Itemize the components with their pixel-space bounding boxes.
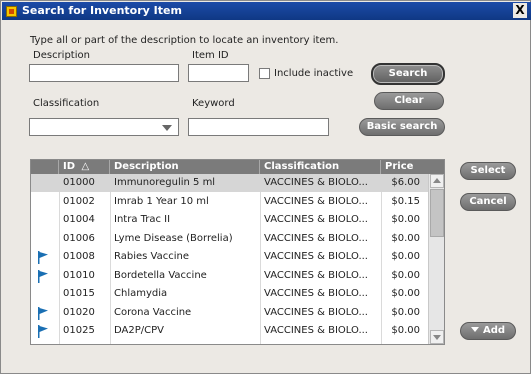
window-title: Search for Inventory Item <box>22 4 182 17</box>
sort-indicator-icon: △ <box>81 161 90 172</box>
column-header-price[interactable]: Price <box>381 160 429 174</box>
table-row[interactable]: 01004 Intra Trac II VACCINES & BIOLO... $0.… <box>31 211 428 229</box>
cell-classification: VACCINES & BIOLO... <box>264 195 368 207</box>
cell-id: 01010 <box>63 269 95 281</box>
item-id-label: Item ID <box>192 50 229 61</box>
search-inventory-dialog: Search for Inventory Item X Type all or … <box>0 0 531 374</box>
app-icon <box>6 6 17 17</box>
cell-id: 01004 <box>63 214 95 225</box>
cell-id: 01008 <box>63 251 95 262</box>
scroll-up-button[interactable] <box>430 174 444 188</box>
flag-icon <box>38 251 48 264</box>
table-row[interactable]: 01010 Bordetella Vaccine VACCINES & BIOLO.… <box>31 267 428 285</box>
cancel-button[interactable]: Cancel <box>460 193 516 211</box>
cell-description: Lyme Disease (Borrelia) <box>114 232 233 244</box>
column-header-flag <box>31 160 59 174</box>
title-bar: Search for Inventory Item X <box>2 2 531 20</box>
column-header-description[interactable]: Description <box>110 160 260 174</box>
cell-classification: VACCINES & BIOLO... <box>264 306 368 318</box>
cell-classification: VACCINES & BIOLO... <box>264 232 368 244</box>
chevron-down-icon <box>162 125 172 131</box>
table-row[interactable]: 01008 Rabies Vaccine VACCINES & BIOLO... $0… <box>31 248 428 266</box>
basic-search-button[interactable]: Basic search <box>359 118 445 136</box>
scroll-up-icon <box>433 178 441 183</box>
table-header: ID △ Description Classification Price <box>31 160 444 174</box>
table-row[interactable]: 01000 Immunoregulin 5 ml VACCINES & BIOLO.… <box>31 174 428 192</box>
scroll-down-icon <box>433 335 441 340</box>
classification-label: Classification <box>33 98 100 109</box>
table-row[interactable]: 01002 Imrab 1 Year 10 ml VACCINES & BIOLO.… <box>31 193 428 211</box>
include-inactive-label: Include inactive <box>274 68 354 79</box>
description-input[interactable] <box>29 64 179 82</box>
cell-classification: VACCINES & BIOLO... <box>264 251 368 262</box>
table-row[interactable]: 01025 DA2P/CPV VACCINES & BIOLO... $0.00 <box>31 322 428 340</box>
clear-button[interactable]: Clear <box>374 92 444 110</box>
cell-description: DA2P/CPV <box>114 325 164 336</box>
cell-classification: VACCINES & BIOLO... <box>264 288 368 299</box>
column-header-id-label: ID <box>63 161 76 172</box>
scroll-thumb[interactable] <box>430 189 444 237</box>
select-button[interactable]: Select <box>460 162 516 180</box>
cell-id: 01006 <box>63 232 95 244</box>
cell-price: $0.00 <box>391 306 420 318</box>
search-button[interactable]: Search <box>371 63 445 85</box>
cell-price: $0.15 <box>391 195 420 207</box>
cell-description: Chlamydia <box>114 288 168 299</box>
keyword-input[interactable] <box>188 118 329 136</box>
cell-description: Immunoregulin 5 ml <box>114 177 216 188</box>
item-id-input[interactable] <box>188 64 249 82</box>
flag-icon <box>38 325 48 338</box>
cell-description: Rabies Vaccine <box>114 251 189 262</box>
table-scrollbar[interactable] <box>428 174 444 344</box>
cell-price: $0.00 <box>391 269 420 281</box>
cell-id: 01015 <box>63 288 95 299</box>
flag-icon <box>38 306 48 320</box>
add-button[interactable]: Add <box>460 322 516 340</box>
include-inactive-checkbox[interactable] <box>259 68 270 79</box>
cell-id: 01025 <box>63 325 95 336</box>
classification-select[interactable] <box>29 118 179 136</box>
cell-price: $0.00 <box>391 232 420 244</box>
flag-icon <box>38 269 48 283</box>
cell-classification: VACCINES & BIOLO... <box>264 214 368 225</box>
table-row[interactable]: 01015 Chlamydia VACCINES & BIOLO... $0.00 <box>31 285 428 303</box>
cell-price: $0.00 <box>391 288 420 299</box>
cell-description: Bordetella Vaccine <box>114 269 207 281</box>
cell-price: $0.00 <box>391 251 420 262</box>
keyword-label: Keyword <box>192 98 235 109</box>
cell-price: $6.00 <box>391 177 420 188</box>
cell-id: 01002 <box>63 195 95 207</box>
column-header-id[interactable]: ID △ <box>59 160 110 174</box>
scroll-down-button[interactable] <box>430 330 444 344</box>
cell-description: Intra Trac II <box>114 214 171 225</box>
instructions-text: Type all or part of the description to l… <box>30 35 339 46</box>
cell-classification: VACCINES & BIOLO... <box>264 269 368 281</box>
description-label: Description <box>33 50 90 61</box>
cell-description: Corona Vaccine <box>114 306 192 318</box>
cell-price: $0.00 <box>391 325 420 336</box>
cell-classification: VACCINES & BIOLO... <box>264 177 368 188</box>
table-row[interactable]: 01006 Lyme Disease (Borrelia) VACCINES & B… <box>31 230 428 248</box>
cell-price: $0.00 <box>391 214 420 225</box>
column-header-classification[interactable]: Classification <box>260 160 381 174</box>
chevron-down-icon <box>470 327 479 332</box>
cell-classification: VACCINES & BIOLO... <box>264 325 368 336</box>
table-row[interactable]: 01020 Corona Vaccine VACCINES & BIOLO... $0… <box>31 304 428 322</box>
cell-id: 01020 <box>63 306 95 318</box>
cell-id: 01000 <box>63 177 95 188</box>
results-table: ID △ Description Classification Price 01… <box>30 159 445 345</box>
cell-description: Imrab 1 Year 10 ml <box>114 195 209 207</box>
close-icon[interactable]: X <box>513 3 527 18</box>
add-button-label: Add <box>482 325 506 336</box>
